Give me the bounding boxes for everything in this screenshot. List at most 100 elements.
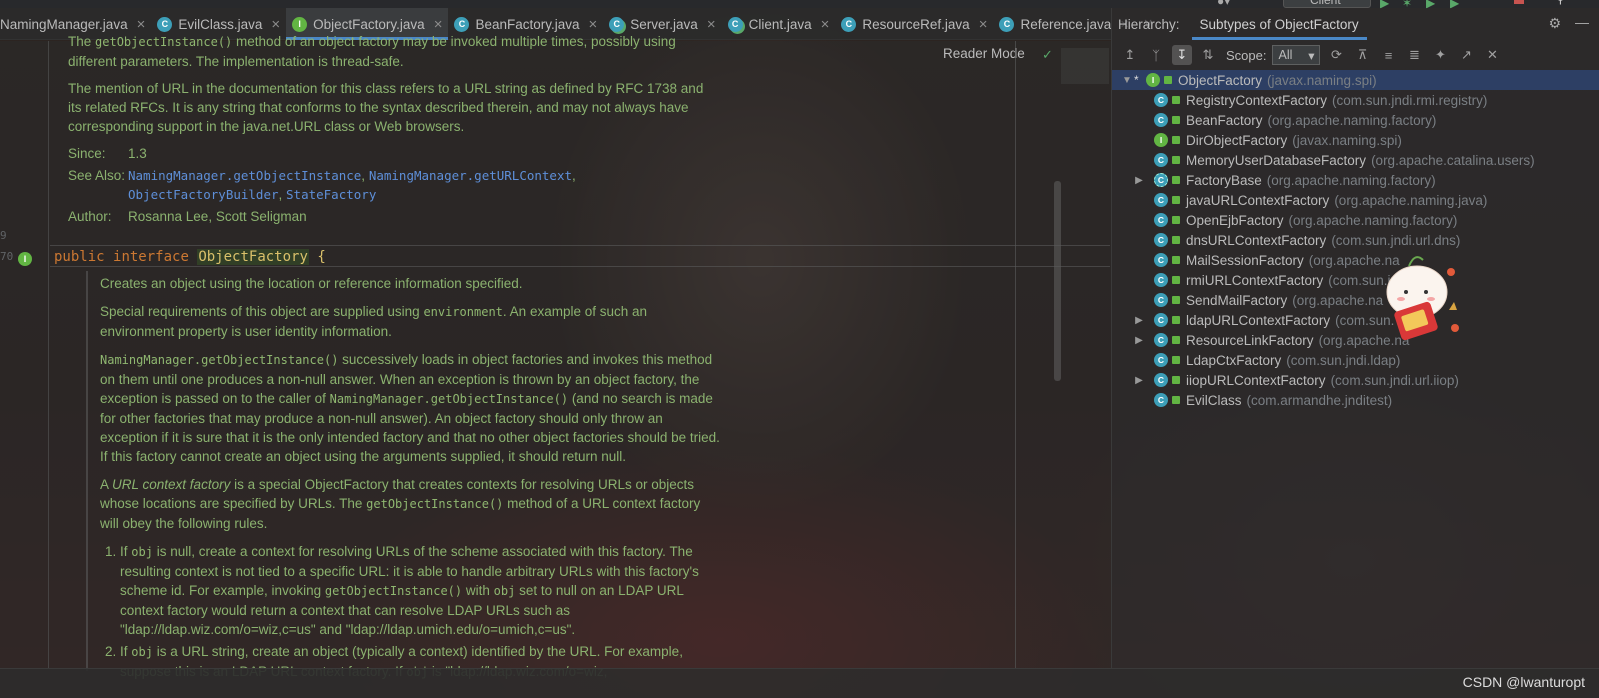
chevron-right-icon[interactable]: ▶ <box>1132 375 1146 386</box>
doc-paragraph: The getObjectInstance() method of an obj… <box>68 34 676 69</box>
close-icon[interactable]: ✕ <box>1482 45 1502 65</box>
close-icon[interactable]: × <box>271 16 280 33</box>
tree-node[interactable]: CrmiURLContextFactory (com.sun.j <box>1112 270 1599 290</box>
see-also-links: NamingManager.getObjectInstance, NamingM… <box>128 168 576 202</box>
see-link[interactable]: StateFactory <box>286 187 376 202</box>
editor-tab-label: NamingManager.java <box>0 16 128 32</box>
since-value: 1.3 <box>128 146 147 161</box>
chevron-right-icon[interactable]: ▶ <box>1132 175 1146 186</box>
public-access-icon <box>1164 76 1172 84</box>
tree-node[interactable]: CdnsURLContextFactory (com.sun.jndi.url.d… <box>1112 230 1599 250</box>
stop-icon[interactable] <box>1514 0 1524 4</box>
tree-node[interactable]: C OpenEjbFactory (org.apache.naming.factor… <box>1112 210 1599 230</box>
subtypes-hierarchy-icon[interactable]: ↧ <box>1172 45 1192 65</box>
tree-node[interactable]: CjavaURLContextFactory (org.apache.naming… <box>1112 190 1599 210</box>
tree-node[interactable]: ▶ CiiopURLContextFactory (com.sun.jndi.url… <box>1112 370 1599 390</box>
tree-node-package: (com.armandhe.jnditest) <box>1246 392 1393 408</box>
hierarchy-panel: Hierarchy: Subtypes of ObjectFactory ⚙ —… <box>1111 8 1599 668</box>
tree-node[interactable]: C BeanFactory (org.apache.naming.factory) <box>1112 110 1599 130</box>
public-access-icon <box>1172 356 1180 364</box>
public-access-icon <box>1172 336 1180 344</box>
see-link[interactable]: NamingManager.getURLContext <box>369 168 572 183</box>
tree-node[interactable]: C MemoryUserDatabaseFactory (org.apache.ca… <box>1112 150 1599 170</box>
inspection-ok-icon[interactable]: ✓ <box>1042 47 1053 63</box>
editor-scrollbar[interactable] <box>1054 181 1061 381</box>
editor-area[interactable]: 9 70 I Reader Mode ✓ The getObjectInstan… <box>0 34 1111 679</box>
close-icon[interactable]: × <box>979 16 988 33</box>
class-hierarchy-icon[interactable]: ᛉ <box>1146 45 1166 65</box>
tree-node[interactable]: C EvilClass (com.armandhe.jnditest) <box>1112 390 1599 410</box>
list-item: If obj is null, create a context for res… <box>120 542 720 639</box>
public-access-icon <box>1172 316 1180 324</box>
tree-node[interactable]: ▶ C ResourceLinkFactory (org.apache.na <box>1112 330 1599 350</box>
tree-node-root[interactable]: ▼ * I ObjectFactory (javax.naming.spi) <box>1112 70 1599 90</box>
hide-panel-icon[interactable]: — <box>1575 14 1589 30</box>
interface-icon: I <box>1154 133 1168 147</box>
tree-node[interactable]: I DirObjectFactory (javax.naming.spi) <box>1112 130 1599 150</box>
public-access-icon <box>1172 256 1180 264</box>
code-line-interface-declaration[interactable]: public interface ObjectFactory { <box>50 245 1110 267</box>
reader-mode-button[interactable]: Reader Mode <box>943 46 1025 61</box>
refresh-icon[interactable]: ⟳ <box>1326 45 1346 65</box>
close-icon[interactable]: × <box>821 16 830 33</box>
pin-icon[interactable]: ✦ <box>1430 45 1450 65</box>
tree-node[interactable]: C LdapCtxFactory (com.sun.jndi.ldap) <box>1112 350 1599 370</box>
class-icon: C <box>1154 193 1168 207</box>
right-margin-guide <box>1015 41 1016 668</box>
user-icon[interactable]: ●▾ <box>1217 0 1230 8</box>
close-icon[interactable]: × <box>434 16 443 33</box>
class-icon: C <box>1154 313 1168 327</box>
minimap[interactable] <box>1061 48 1109 84</box>
class-icon: C <box>1154 333 1168 347</box>
javadoc-header: The getObjectInstance() method of an obj… <box>68 34 718 226</box>
doc-paragraph: Creates an object using the location or … <box>100 276 523 291</box>
hierarchy-tab-subtypes[interactable]: Subtypes of ObjectFactory <box>1191 8 1367 40</box>
collapse-all-icon[interactable]: ≣ <box>1404 45 1424 65</box>
chevron-right-icon[interactable]: ▶ <box>1132 335 1146 346</box>
see-link[interactable]: NamingManager.getObjectInstance <box>128 168 361 183</box>
tree-node-package: (org.apache.naming.factory) <box>1267 112 1437 128</box>
editor-tab[interactable]: C Client.java × <box>722 8 836 40</box>
close-icon[interactable]: × <box>137 16 146 33</box>
class-icon: C <box>1154 293 1168 307</box>
tree-node-name: iiopURLContextFactory <box>1186 372 1326 388</box>
tree-node-package: (org.apache.naming.java) <box>1334 192 1488 208</box>
tree-node[interactable]: C RegistryContextFactory (com.sun.jndi.rmi… <box>1112 90 1599 110</box>
class-icon: C <box>999 16 1015 32</box>
export-icon[interactable]: ⊼ <box>1352 45 1372 65</box>
search-icon[interactable]: ⚲ <box>1556 0 1565 6</box>
implemented-gutter-icon[interactable]: I <box>18 252 32 266</box>
tree-node-name: EvilClass <box>1186 392 1242 408</box>
supertypes-hierarchy-icon[interactable]: ↥ <box>1120 45 1140 65</box>
expand-all-icon[interactable]: ≡ <box>1378 45 1398 65</box>
tree-node[interactable]: ▶ CldapURLContextFactory (com.sun. <box>1112 310 1599 330</box>
tree-node[interactable]: C MailSessionFactory (org.apache.na <box>1112 250 1599 270</box>
gear-icon[interactable]: ⚙ <box>1548 15 1561 32</box>
close-icon[interactable]: × <box>707 16 716 33</box>
chevron-right-icon[interactable]: ▶ <box>1132 315 1146 326</box>
class-icon: C <box>1154 153 1168 167</box>
public-access-icon <box>1172 116 1180 124</box>
tree-node-package: (javax.naming.spi) <box>1267 72 1377 88</box>
open-in-new-window-icon[interactable]: ↗ <box>1456 45 1476 65</box>
sort-alphabetically-icon[interactable]: ⇅ <box>1198 45 1218 65</box>
interface-name[interactable]: ObjectFactory <box>197 249 309 265</box>
see-link[interactable]: ObjectFactoryBuilder <box>128 187 279 202</box>
scope-select[interactable]: All ▾ <box>1272 45 1321 65</box>
class-icon: C <box>1154 273 1168 287</box>
main-toolbar: ●▾ Client ▶ ✶ ▶ ▶ ⚲ <box>0 0 1599 10</box>
run-config-selector[interactable]: Client <box>1283 0 1371 8</box>
editor-tab[interactable]: C ResourceRef.java × <box>835 8 993 40</box>
tree-node[interactable]: ▶ C FactoryBase (org.apache.naming.factory) <box>1112 170 1599 190</box>
doc-paragraph: The mention of URL in the documentation … <box>68 81 704 134</box>
editor-tab-label: BeanFactory.java <box>475 16 580 32</box>
tree-node-package: (com.sun.jndi.rmi.registry) <box>1332 92 1488 108</box>
tree-node[interactable]: C SendMailFactory (org.apache.na <box>1112 290 1599 310</box>
interface-icon: I <box>292 16 308 32</box>
gutter-divider <box>48 41 49 668</box>
line-number: 9 <box>0 229 7 242</box>
since-label: Since: <box>68 146 106 161</box>
hierarchy-title: Hierarchy: <box>1118 16 1180 32</box>
close-icon[interactable]: × <box>589 16 598 33</box>
chevron-down-icon[interactable]: ▼ <box>1120 75 1134 86</box>
